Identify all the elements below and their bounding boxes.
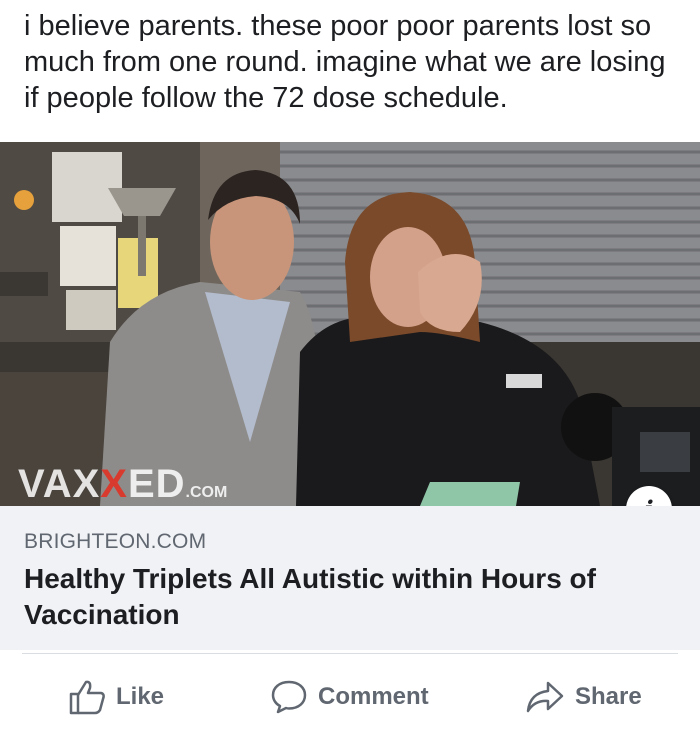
link-preview-card[interactable]: VAXXED.COM i BRIGHTEON.COM Healthy Tripl… bbox=[0, 142, 700, 650]
comment-label: Comment bbox=[318, 683, 429, 710]
like-button[interactable]: Like bbox=[68, 679, 164, 715]
action-bar: Like Comment Share bbox=[0, 655, 700, 735]
post-text: i believe parents. these poor poor paren… bbox=[24, 10, 666, 114]
share-button[interactable]: Share bbox=[525, 679, 642, 715]
link-title: Healthy Triplets All Autistic within Hou… bbox=[24, 563, 596, 630]
share-arrow-icon bbox=[525, 679, 565, 715]
comment-button[interactable]: Comment bbox=[270, 679, 429, 715]
thumbs-up-icon bbox=[68, 679, 106, 715]
comment-bubble-icon bbox=[270, 679, 308, 715]
divider bbox=[22, 653, 678, 654]
like-label: Like bbox=[116, 683, 165, 710]
watermark-logo: VAXXED.COM bbox=[18, 462, 228, 506]
link-preview-meta[interactable]: BRIGHTEON.COM Healthy Triplets All Autis… bbox=[0, 506, 700, 650]
link-domain: BRIGHTEON.COM bbox=[24, 530, 207, 553]
share-label: Share bbox=[575, 683, 642, 710]
link-preview-image[interactable]: VAXXED.COM i bbox=[0, 142, 700, 506]
